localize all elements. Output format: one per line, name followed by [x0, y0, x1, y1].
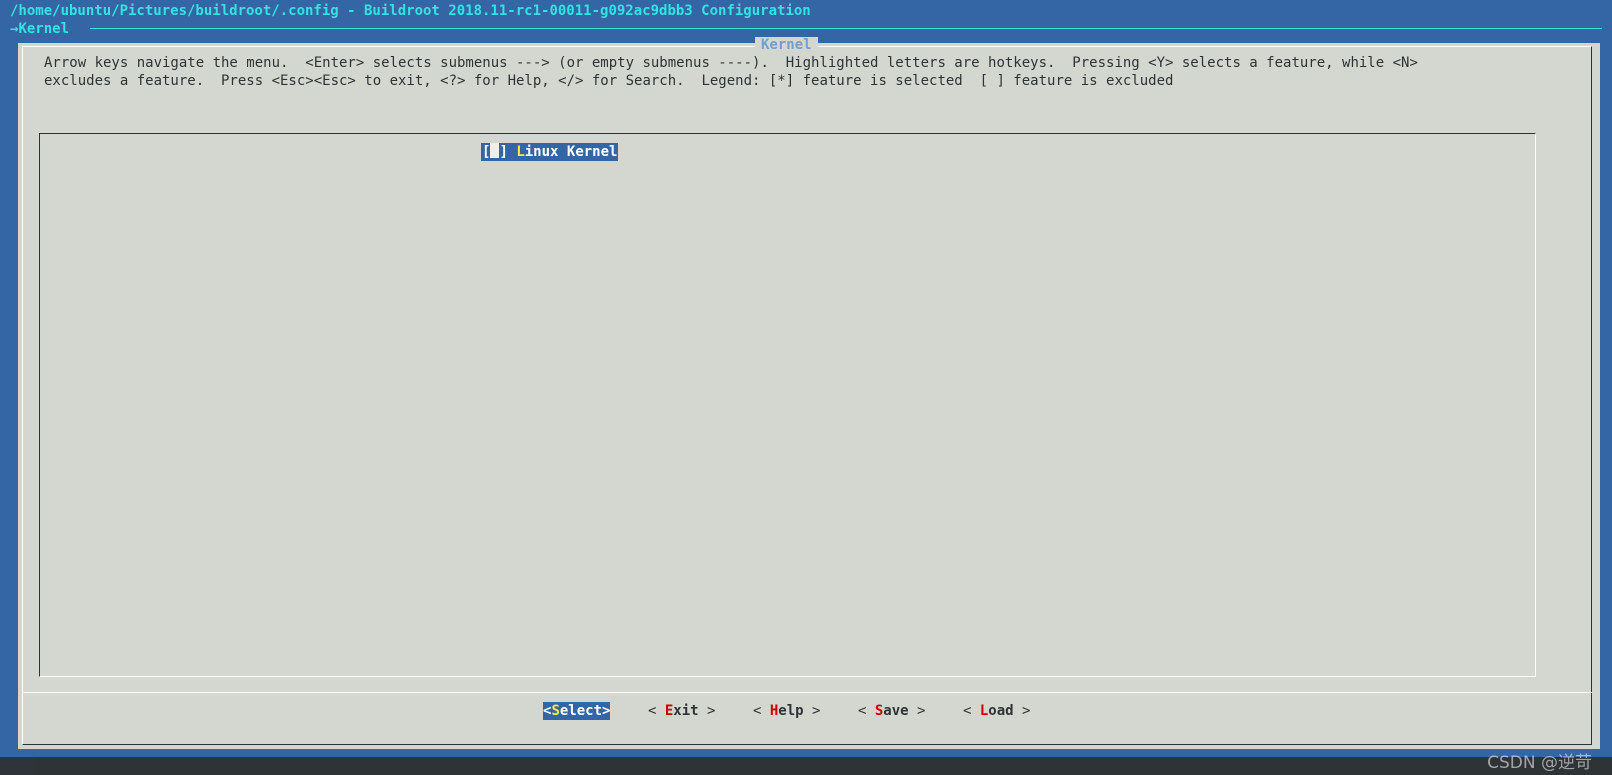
save-button-open: < — [858, 703, 875, 719]
button-bar: <Select> < Exit > < Help > < Save > < Lo… — [18, 702, 1600, 722]
exit-button-label: xit — [673, 703, 699, 719]
menu-item-hotkey: L — [516, 144, 525, 160]
save-button[interactable]: < Save > — [858, 702, 925, 720]
menu-item-label: inux Kernel — [524, 144, 618, 160]
button-separator — [22, 692, 1592, 693]
load-button-open: < — [963, 703, 980, 719]
terminal-screen: /home/ubuntu/Pictures/buildroot/.config … — [0, 0, 1612, 775]
exit-button-close: > — [698, 703, 716, 719]
help-text-line-2: excludes a feature. Press <Esc><Esc> to … — [44, 73, 1174, 89]
save-button-close: > — [908, 703, 926, 719]
load-button-close: > — [1013, 703, 1031, 719]
config-title: /home/ubuntu/Pictures/buildroot/.config … — [10, 3, 811, 19]
watermark: CSDN @逆苛 — [1487, 753, 1592, 773]
select-button-label: elect — [559, 703, 603, 719]
breadcrumb-rule — [90, 28, 1602, 29]
menu-item-linux-kernel[interactable]: [] Linux Kernel — [481, 143, 619, 161]
checkbox-open: [ — [482, 144, 491, 160]
help-button-open: < — [753, 703, 770, 719]
menu-list: [] Linux Kernel — [39, 133, 1536, 677]
help-button-label: elp — [778, 703, 804, 719]
breadcrumb: →Kernel — [10, 20, 69, 38]
kernel-dialog: Kernel Arrow keys navigate the menu. <En… — [18, 37, 1600, 749]
save-button-label: ave — [883, 703, 909, 719]
help-button[interactable]: < Help > — [753, 702, 820, 720]
select-button[interactable]: <Select> — [543, 702, 611, 720]
load-button[interactable]: < Load > — [963, 702, 1030, 720]
checkbox-close: ] — [499, 144, 508, 160]
dialog-title: Kernel — [755, 37, 818, 53]
load-button-label: oad — [988, 703, 1014, 719]
terminal-bottom-strip — [36, 757, 1612, 775]
select-button-close: > — [602, 703, 611, 719]
help-text-line-1: Arrow keys navigate the menu. <Enter> se… — [44, 55, 1418, 71]
exit-button-open: < — [648, 703, 665, 719]
breadcrumb-label: Kernel — [18, 21, 70, 37]
exit-button[interactable]: < Exit > — [648, 702, 715, 720]
select-button-hotkey: S — [551, 703, 560, 719]
help-button-close: > — [803, 703, 821, 719]
